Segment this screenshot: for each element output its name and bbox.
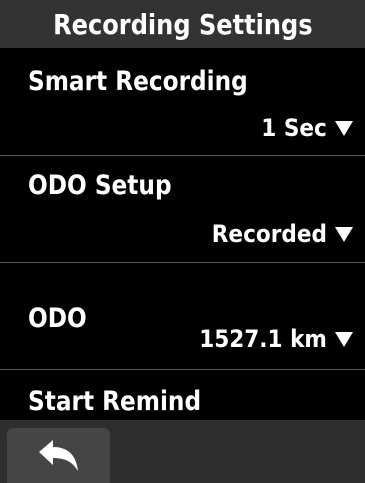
title-bar: Recording Settings bbox=[0, 0, 365, 48]
back-arrow-icon bbox=[38, 439, 78, 471]
dropdown-triangle-icon bbox=[335, 226, 353, 242]
setting-value: 1 Sec bbox=[261, 114, 327, 142]
dropdown-triangle-icon bbox=[335, 120, 353, 136]
setting-value-dropdown[interactable]: 1 Sec bbox=[254, 114, 353, 142]
setting-label: Smart Recording bbox=[28, 66, 248, 97]
setting-row-smart-recording[interactable]: Smart Recording 1 Sec bbox=[0, 48, 365, 156]
page-title: Recording Settings bbox=[52, 7, 313, 41]
dropdown-triangle-icon bbox=[335, 331, 353, 347]
setting-row-start-remind[interactable]: Start Remind bbox=[0, 370, 365, 422]
setting-row-odo[interactable]: ODO 1527.1 km bbox=[0, 263, 365, 370]
setting-label: ODO bbox=[28, 303, 87, 334]
setting-label: Start Remind bbox=[28, 386, 202, 417]
setting-value-dropdown[interactable]: Recorded bbox=[199, 220, 353, 248]
back-button[interactable] bbox=[7, 428, 110, 483]
setting-row-odo-setup[interactable]: ODO Setup Recorded bbox=[0, 156, 365, 263]
setting-value: 1527.1 km bbox=[199, 325, 327, 353]
setting-value: Recorded bbox=[211, 220, 327, 248]
setting-label: ODO Setup bbox=[28, 170, 172, 201]
setting-value-dropdown[interactable]: 1527.1 km bbox=[185, 325, 353, 353]
bottom-bar bbox=[0, 420, 365, 483]
